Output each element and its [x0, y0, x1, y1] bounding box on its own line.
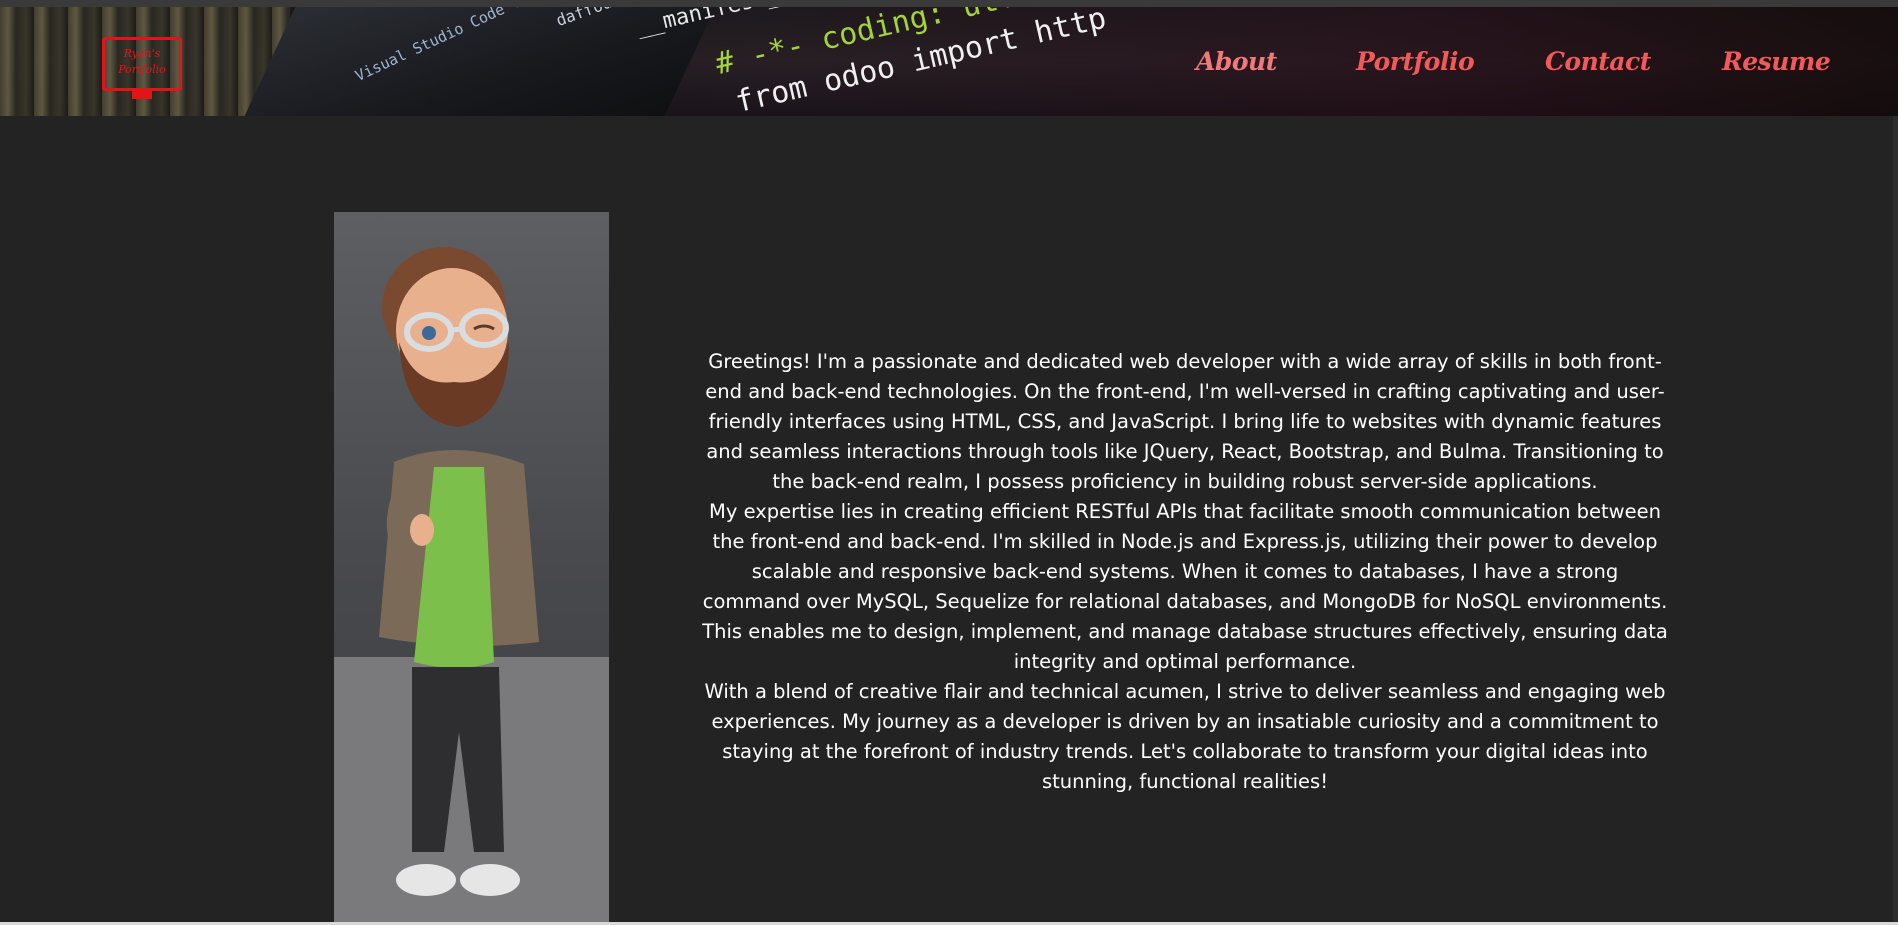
logo-text-line1: Ryan's: [123, 47, 161, 60]
about-section: Greetings! I'm a passionate and dedicate…: [700, 347, 1670, 797]
page-right-edge: [1893, 116, 1898, 922]
about-paragraph-2: My expertise lies in creating efficient …: [702, 500, 1668, 673]
top-strip: [0, 0, 1898, 7]
logo-stand: [132, 91, 152, 99]
bitmoji-avatar-icon: [379, 247, 539, 896]
avatar-image: [334, 212, 609, 925]
logo-text-line2: Portfolio: [118, 63, 166, 76]
nav-link-contact[interactable]: Contact: [1545, 47, 1651, 87]
nav-link-about[interactable]: About: [1196, 47, 1277, 87]
about-paragraph-3: With a blend of creative flair and techn…: [704, 680, 1666, 793]
nav-link-resume[interactable]: Resume: [1722, 47, 1831, 87]
monitor-logo-icon: Ryan's Portfolio: [105, 46, 179, 78]
logo-link[interactable]: Ryan's Portfolio: [102, 37, 182, 91]
about-paragraph-1: Greetings! I'm a passionate and dedicate…: [705, 350, 1665, 493]
site-header: Visual Studio Code View Go Run Terminal …: [0, 7, 1898, 116]
nav-link-portfolio[interactable]: Portfolio: [1356, 47, 1475, 87]
